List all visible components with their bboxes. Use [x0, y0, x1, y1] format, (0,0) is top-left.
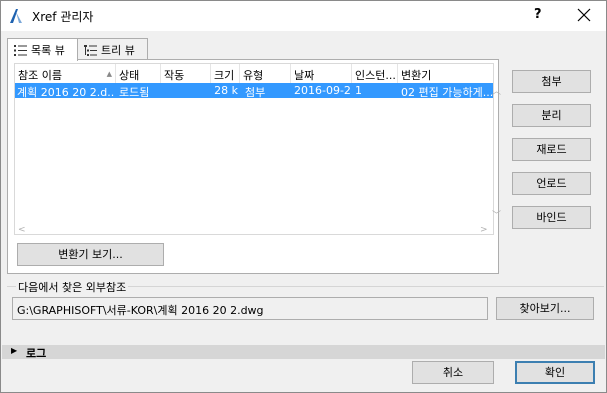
- cell-size: 28 k: [214, 84, 238, 97]
- list-view-panel: 참조 이름 ▲ 상태 작동 크기 유형 날짜 인스턴... 변환기 계획 201…: [7, 59, 501, 274]
- scroll-up-icon[interactable]: ︿: [492, 84, 501, 97]
- column-header-date[interactable]: 날짜: [291, 64, 352, 83]
- log-section-toggle[interactable]: ▶ 로그: [2, 345, 605, 360]
- window-title: Xref 관리자: [32, 10, 94, 24]
- cell-type: 첨부: [245, 86, 266, 99]
- found-in-label: 다음에서 찾은 외부참조: [16, 279, 129, 295]
- tab-tree-view-label: 트리 뷰: [101, 44, 135, 57]
- cell-status: 로드됨: [119, 86, 150, 99]
- unload-button[interactable]: 언로드: [512, 172, 591, 195]
- column-header-size-label: 크기: [214, 69, 235, 82]
- xref-manager-dialog: Xref 관리자 ? 목록 뷰 트리 뷰 참조 이름 ▲ 상태 작동 크기 유형…: [0, 0, 607, 393]
- scroll-left-icon[interactable]: <: [18, 225, 26, 235]
- xref-list[interactable]: 참조 이름 ▲ 상태 작동 크기 유형 날짜 인스턴... 변환기 계획 201…: [14, 63, 494, 235]
- title-bar: Xref 관리자 ?: [1, 1, 606, 31]
- tab-list-view[interactable]: 목록 뷰: [7, 38, 78, 61]
- column-header-translator-label: 변환기: [401, 69, 432, 82]
- scroll-right-icon[interactable]: >: [480, 225, 488, 235]
- list-icon: [14, 45, 27, 56]
- reload-button[interactable]: 재로드: [512, 138, 591, 161]
- log-label: 로그: [26, 347, 47, 360]
- column-header-name-label: 참조 이름: [18, 69, 62, 82]
- table-row[interactable]: 계획 2016 20 2.d... 로드됨 28 k 첨부 2016-09-2.…: [15, 83, 493, 99]
- browse-button[interactable]: 찾아보기...: [496, 297, 594, 320]
- cell-instances: 1: [355, 84, 362, 97]
- column-header-translator[interactable]: 변환기: [398, 64, 493, 83]
- list-header: 참조 이름 ▲ 상태 작동 크기 유형 날짜 인스턴... 변환기: [15, 64, 493, 83]
- view-translator-button[interactable]: 변환기 보기...: [17, 243, 164, 266]
- column-header-action-label: 작동: [164, 69, 185, 82]
- column-header-status[interactable]: 상태: [116, 64, 161, 83]
- column-header-instances[interactable]: 인스턴...: [352, 64, 398, 83]
- cell-name: 계획 2016 20 2.d...: [17, 86, 115, 99]
- detach-button[interactable]: 분리: [512, 104, 591, 127]
- column-header-name[interactable]: 참조 이름 ▲: [15, 64, 116, 83]
- expand-arrow-icon: ▶: [11, 346, 18, 355]
- column-header-action[interactable]: 작동: [161, 64, 211, 83]
- help-button[interactable]: ?: [534, 7, 542, 22]
- sort-ascending-icon: ▲: [106, 70, 112, 78]
- xref-path-field: G:\GRAPHISOFT\서류-KOR\계획 2016 20 2.dwg: [12, 297, 488, 320]
- bind-button[interactable]: 바인드: [512, 206, 591, 229]
- column-header-instances-label: 인스턴...: [355, 69, 396, 82]
- tab-tree-view[interactable]: 트리 뷰: [77, 38, 148, 60]
- column-header-type[interactable]: 유형: [240, 64, 291, 83]
- column-header-size[interactable]: 크기: [211, 64, 240, 83]
- tree-icon: [84, 45, 97, 56]
- cell-translator: 02 편집 가능하게...: [401, 86, 493, 99]
- scroll-down-icon[interactable]: ﹀: [492, 208, 501, 221]
- column-header-status-label: 상태: [119, 69, 140, 82]
- cancel-button[interactable]: 취소: [412, 361, 494, 384]
- archicad-icon: [10, 9, 22, 23]
- column-header-type-label: 유형: [243, 69, 264, 82]
- cell-date: 2016-09-2...: [294, 84, 352, 97]
- column-header-date-label: 날짜: [294, 69, 315, 82]
- attach-button[interactable]: 첨부: [512, 70, 591, 93]
- close-icon[interactable]: [575, 6, 593, 24]
- tab-list-view-label: 목록 뷰: [31, 44, 65, 57]
- ok-button[interactable]: 확인: [515, 361, 595, 384]
